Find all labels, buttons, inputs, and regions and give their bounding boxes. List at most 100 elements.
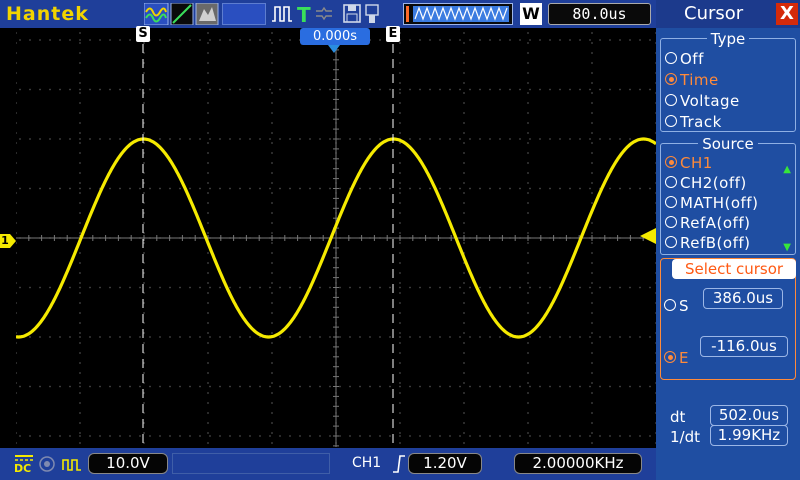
grid-dot bbox=[129, 336, 131, 338]
grid-dot bbox=[399, 412, 401, 414]
grid-dot bbox=[207, 92, 209, 94]
grid-dot bbox=[527, 232, 529, 234]
trigger-level-arrow-icon[interactable] bbox=[640, 228, 656, 244]
grid-dot bbox=[527, 72, 529, 74]
grid-dot bbox=[527, 152, 529, 154]
grid-dot bbox=[469, 39, 471, 41]
grid-dot bbox=[527, 282, 529, 284]
grid-dot bbox=[527, 442, 529, 444]
grid-dot bbox=[143, 362, 145, 364]
grid-dot bbox=[399, 132, 401, 134]
grid-dot bbox=[463, 242, 465, 244]
grid-dot bbox=[399, 352, 401, 354]
cursor-e-marker[interactable]: E bbox=[386, 26, 400, 42]
close-button[interactable]: X bbox=[776, 3, 798, 25]
grid-dot bbox=[409, 187, 411, 190]
grid-dot bbox=[109, 385, 111, 388]
panel-header: Cursor X bbox=[656, 0, 800, 28]
scroll-up-icon[interactable]: ▲ bbox=[783, 164, 791, 175]
ch1-scale-display[interactable]: 10.0V bbox=[88, 453, 168, 474]
grid-dot bbox=[591, 282, 593, 284]
waveform-display bbox=[15, 29, 657, 447]
grid-dot bbox=[15, 212, 17, 214]
type-option-track[interactable]: Track bbox=[665, 113, 722, 131]
grid-dot bbox=[89, 138, 91, 140]
grid-dot bbox=[527, 392, 529, 394]
grid-dot bbox=[15, 32, 17, 34]
grid-dot bbox=[109, 336, 111, 338]
grid-dot bbox=[15, 112, 17, 114]
grid-dot bbox=[207, 322, 209, 324]
grid-dot bbox=[269, 385, 271, 388]
timebase-display[interactable]: 80.0us bbox=[548, 3, 651, 25]
oscilloscope-screen[interactable] bbox=[15, 29, 657, 447]
grid-dot bbox=[271, 382, 273, 384]
grid-dot bbox=[89, 88, 91, 91]
grid-dot bbox=[79, 132, 81, 134]
source-option-ch2[interactable]: CH2(off) bbox=[665, 174, 747, 192]
grid-dot bbox=[143, 172, 145, 174]
grid-dot bbox=[463, 442, 465, 444]
grid-dot bbox=[169, 385, 171, 388]
grid-dot bbox=[527, 142, 529, 144]
grid-dot bbox=[219, 88, 221, 91]
select-cursor-s[interactable]: S bbox=[664, 297, 689, 315]
cursor-e-value[interactable]: -116.0us bbox=[700, 336, 788, 357]
cursor-s-value[interactable]: 386.0us bbox=[703, 288, 783, 309]
grid-dot bbox=[591, 32, 593, 34]
type-option-voltage[interactable]: Voltage bbox=[665, 92, 740, 110]
grid-dot bbox=[207, 332, 209, 334]
grid-dot bbox=[539, 435, 541, 437]
grid-dot bbox=[15, 62, 17, 64]
grid-dot bbox=[489, 187, 491, 190]
type-option-time[interactable]: Time bbox=[665, 71, 719, 89]
grid-dot bbox=[159, 435, 161, 437]
select-cursor-e[interactable]: E bbox=[664, 349, 689, 367]
trigger-position-readout[interactable]: 0.000s bbox=[300, 28, 370, 45]
source-option-refa-label: RefA(off) bbox=[680, 214, 751, 232]
source-option-refa[interactable]: RefA(off) bbox=[665, 214, 750, 232]
grid-dot bbox=[499, 138, 501, 140]
grid-dot bbox=[49, 187, 51, 190]
grid-dot bbox=[207, 372, 209, 374]
grid-dot bbox=[143, 212, 145, 214]
grid-dot bbox=[179, 138, 181, 140]
grid-dot bbox=[229, 435, 231, 437]
grid-dot bbox=[527, 52, 529, 54]
grid-dot bbox=[339, 435, 341, 437]
grid-dot bbox=[479, 88, 481, 91]
cursor-s-marker[interactable]: S bbox=[136, 26, 150, 42]
grid-dot bbox=[149, 286, 151, 289]
grid-dot bbox=[527, 312, 529, 314]
type-option-off[interactable]: Off bbox=[665, 50, 704, 68]
grid-dot bbox=[207, 422, 209, 424]
scroll-down-icon[interactable]: ▼ bbox=[783, 242, 791, 253]
grid-dot bbox=[299, 336, 301, 338]
source-option-math[interactable]: MATH(off) bbox=[665, 194, 758, 212]
grid-dot bbox=[159, 336, 161, 338]
grid-dot bbox=[49, 435, 51, 437]
grid-dot bbox=[89, 385, 91, 388]
grid-dot bbox=[529, 385, 531, 388]
ch1-ground-marker[interactable]: 1 bbox=[0, 234, 16, 248]
memory-position-indicator[interactable] bbox=[403, 3, 513, 25]
grid-dot bbox=[143, 352, 145, 354]
source-group: Source CH1 CH2(off) MATH(off) RefA(off) … bbox=[660, 135, 796, 255]
grid-dot bbox=[527, 202, 529, 204]
grid-dot bbox=[259, 138, 261, 140]
grid-dot bbox=[639, 187, 641, 190]
grid-dot bbox=[379, 138, 381, 140]
grid-dot bbox=[591, 142, 593, 144]
grid-dot bbox=[469, 187, 471, 190]
grid-dot bbox=[449, 138, 451, 140]
trigger-level-display[interactable]: 1.20V bbox=[408, 453, 482, 474]
source-option-ch1[interactable]: CH1 bbox=[665, 154, 713, 172]
acquire-mode-icons[interactable] bbox=[144, 3, 224, 25]
grid-dot bbox=[109, 138, 111, 140]
grid-dot bbox=[459, 187, 461, 190]
grid-dot bbox=[143, 422, 145, 424]
source-option-refb[interactable]: RefB(off) bbox=[665, 234, 751, 252]
grid-dot bbox=[399, 442, 401, 444]
grid-dot bbox=[289, 187, 291, 190]
grid-dot bbox=[79, 232, 81, 234]
